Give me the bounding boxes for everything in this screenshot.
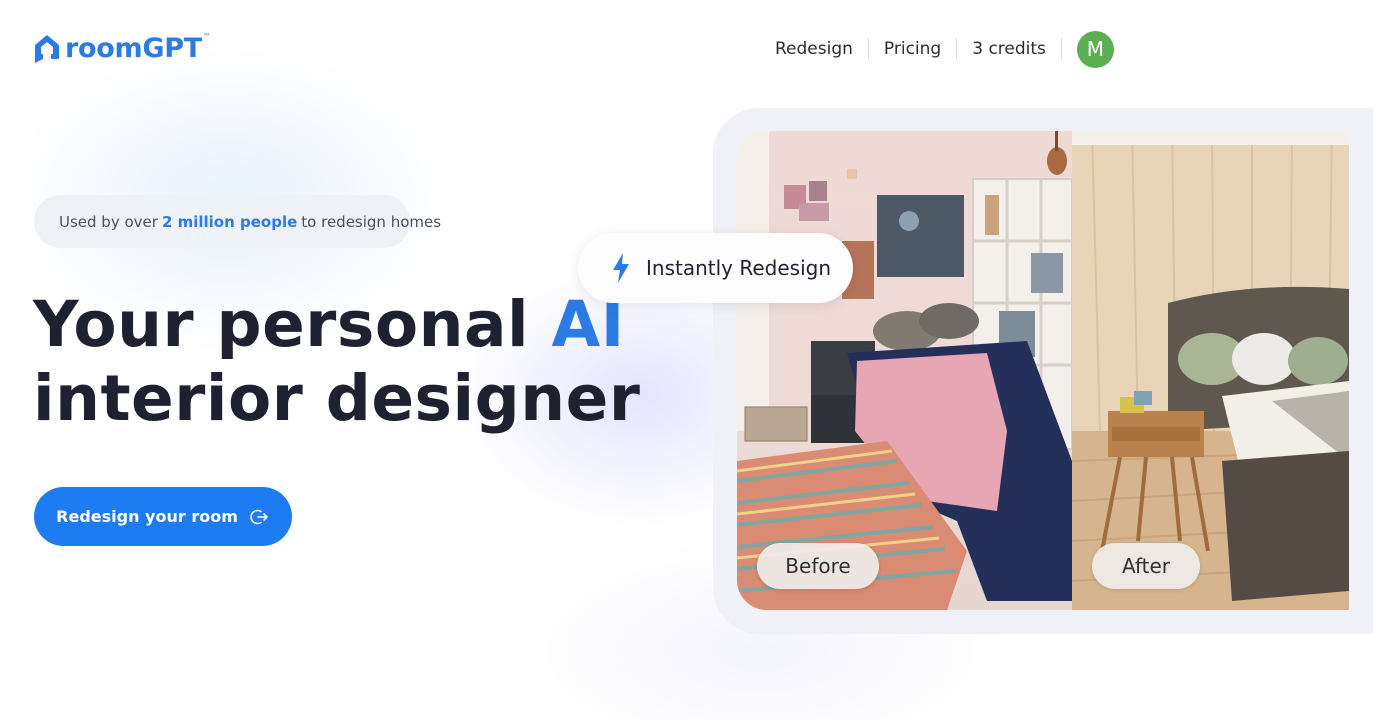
nav-credits[interactable]: 3 credits <box>957 38 1062 60</box>
logo-trademark: ™ <box>202 32 211 41</box>
redesign-room-button[interactable]: Redesign your room <box>34 487 292 546</box>
roomgpt-logo-icon <box>35 35 59 63</box>
logo-text: roomGPT <box>65 32 202 64</box>
instantly-redesign-badge: Instantly Redesign <box>578 233 853 303</box>
before-room-illustration <box>737 131 1072 610</box>
headline-part1: Your personal <box>33 288 530 361</box>
pill-text-pre: Used by over <box>59 212 158 231</box>
after-label: After <box>1092 543 1200 589</box>
badge-label: Instantly Redesign <box>646 256 832 280</box>
pill-text-post: to redesign homes <box>301 212 442 231</box>
pill-highlight: 2 million people <box>161 212 298 231</box>
headline-line2: interior designer <box>33 362 641 435</box>
social-proof-pill: Used by over 2 million people to redesig… <box>34 195 441 248</box>
user-avatar[interactable]: M <box>1076 30 1114 68</box>
roomgpt-logo[interactable]: roomGPT ™ <box>33 30 211 66</box>
nav-link-redesign[interactable]: Redesign <box>760 38 869 60</box>
cta-label: Redesign your room <box>56 507 238 526</box>
after-room-image <box>1072 131 1349 610</box>
top-nav: Redesign Pricing 3 credits M <box>760 30 1114 68</box>
lightning-bolt-icon <box>613 253 629 283</box>
before-after-images <box>737 131 1349 610</box>
before-label: Before <box>757 543 879 589</box>
nav-link-pricing[interactable]: Pricing <box>869 38 958 60</box>
page-title: Your personal AI interior designer <box>33 288 640 436</box>
exit-arrow-icon <box>250 509 268 524</box>
after-room-illustration <box>1072 131 1349 610</box>
before-room-image <box>737 131 1072 610</box>
